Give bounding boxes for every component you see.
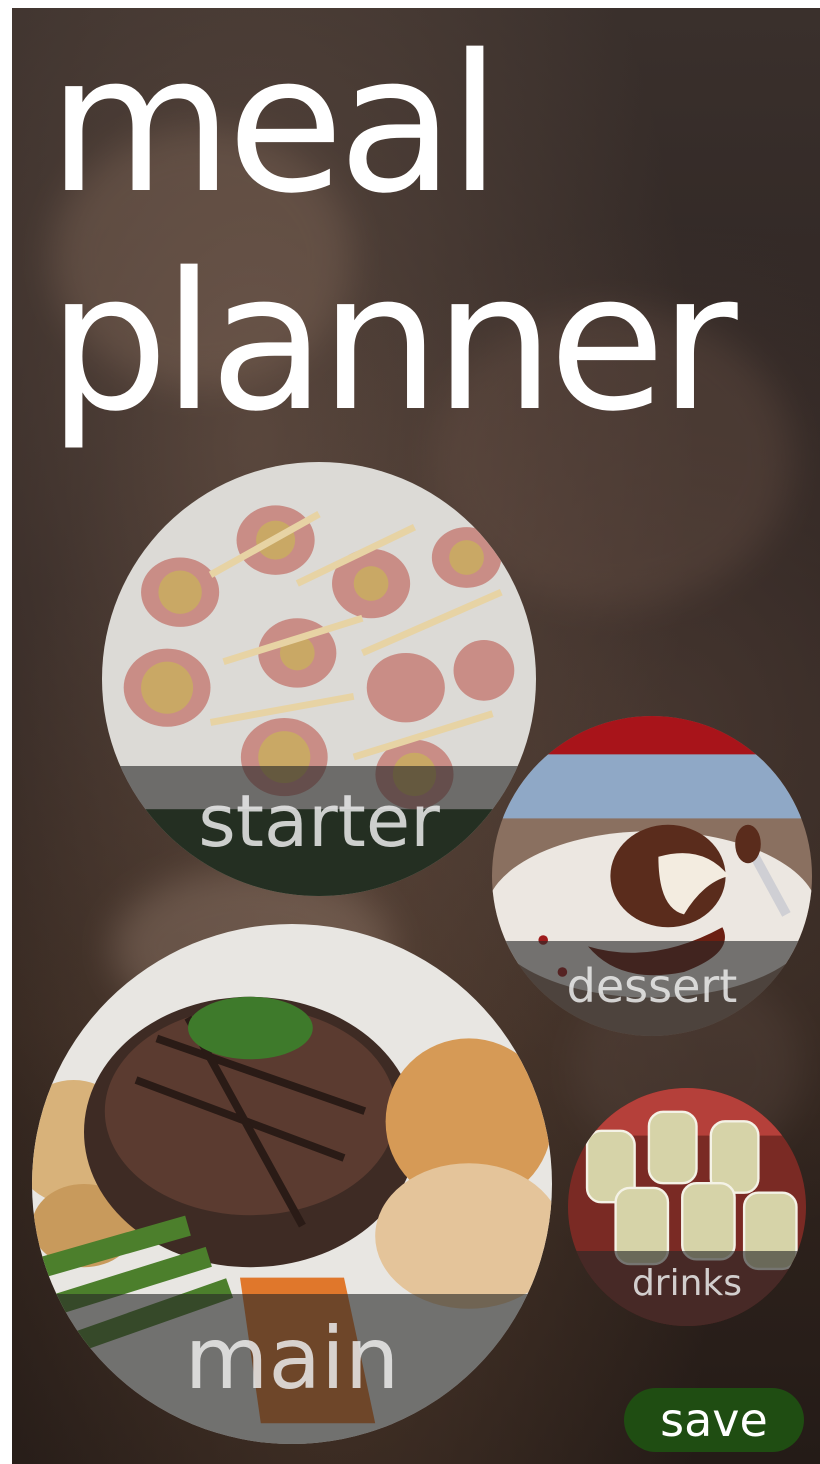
- starter-course-button[interactable]: starter: [102, 462, 536, 896]
- app-title: meal planner: [48, 14, 738, 453]
- dessert-label: dessert: [566, 959, 738, 1013]
- app-title-line-1: meal: [48, 14, 501, 235]
- starter-label: starter: [198, 779, 440, 863]
- main-label-band: main: [32, 1294, 552, 1444]
- main-course-button[interactable]: main: [32, 924, 552, 1444]
- drinks-course-button[interactable]: drinks: [568, 1088, 806, 1326]
- drinks-label-band: drinks: [568, 1251, 806, 1326]
- app-title-line-2: planner: [48, 232, 738, 453]
- app-screen: meal planner starter dessert main drinks…: [12, 8, 820, 1464]
- save-button[interactable]: save: [624, 1388, 804, 1452]
- starter-label-band: starter: [102, 766, 536, 896]
- main-label: main: [184, 1309, 400, 1409]
- drinks-label: drinks: [631, 1263, 743, 1304]
